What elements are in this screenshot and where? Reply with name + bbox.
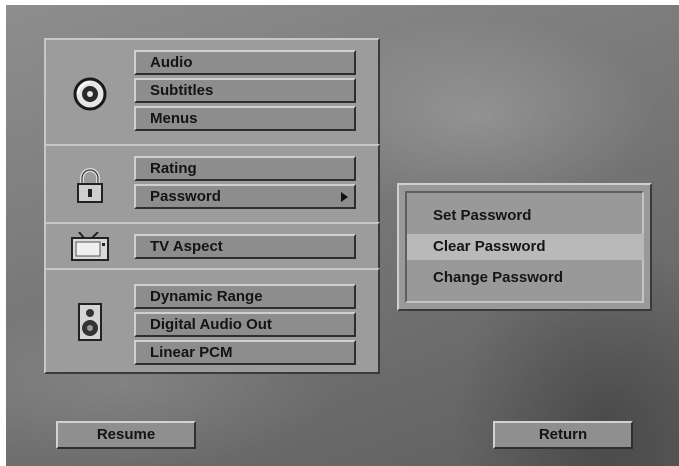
section-tv: TV Aspect: [44, 222, 380, 270]
submenu-item-set-password[interactable]: Set Password: [407, 203, 644, 229]
submenu-item-change-password[interactable]: Change Password: [407, 265, 644, 291]
menu-item-linear-pcm[interactable]: Linear PCM: [134, 340, 356, 365]
dvd-setup-screen: Audio Subtitles Menus Rating Password TV…: [6, 5, 679, 466]
padlock-icon: [68, 166, 112, 206]
section-speaker: Dynamic Range Digital Audio Out Linear P…: [44, 268, 380, 374]
submenu-arrow-icon: [341, 192, 348, 202]
speaker-icon: [68, 302, 112, 342]
menu-item-dynamic-range[interactable]: Dynamic Range: [134, 284, 356, 309]
password-submenu: Set Password Clear Password Change Passw…: [397, 183, 652, 311]
section-lock: Rating Password: [44, 144, 380, 224]
submenu-item-clear-password[interactable]: Clear Password: [407, 234, 644, 260]
menu-item-audio[interactable]: Audio: [134, 50, 356, 75]
menu-item-rating[interactable]: Rating: [134, 156, 356, 181]
menu-item-password[interactable]: Password: [134, 184, 356, 209]
disc-icon: [68, 74, 112, 114]
section-disc: Audio Subtitles Menus: [44, 38, 380, 146]
menu-item-subtitles[interactable]: Subtitles: [134, 78, 356, 103]
return-button[interactable]: Return: [493, 421, 633, 449]
menu-item-digital-audio-out[interactable]: Digital Audio Out: [134, 312, 356, 337]
menu-item-tv-aspect[interactable]: TV Aspect: [134, 234, 356, 259]
menu-item-menus[interactable]: Menus: [134, 106, 356, 131]
menu-item-password-label: Password: [150, 188, 221, 205]
tv-icon: [68, 227, 112, 267]
resume-button[interactable]: Resume: [56, 421, 196, 449]
